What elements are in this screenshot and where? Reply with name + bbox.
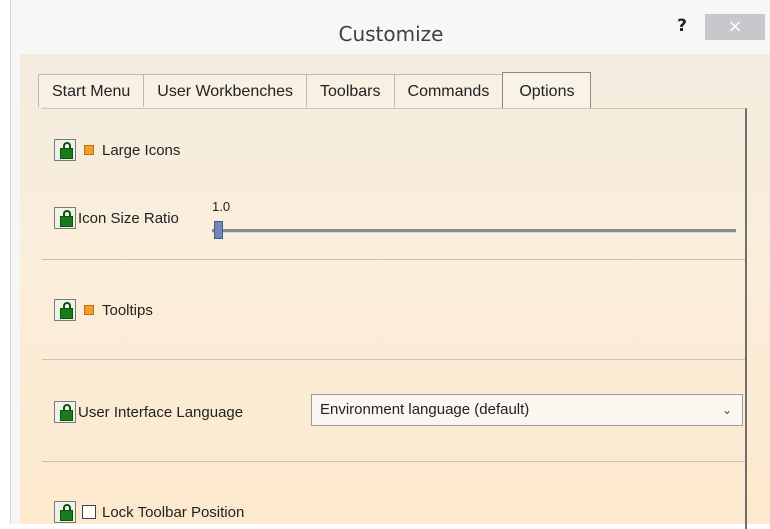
ui-language-selected-value: Environment language (default) xyxy=(320,401,530,418)
icon-size-ratio-value: 1.0 xyxy=(212,199,231,214)
large-icons-label: Large Icons xyxy=(102,141,181,159)
divider xyxy=(42,359,745,360)
large-icons-checkbox[interactable] xyxy=(84,145,94,155)
lock-icon[interactable] xyxy=(54,401,76,423)
tooltips-checkbox[interactable] xyxy=(84,305,94,315)
lock-icon[interactable] xyxy=(54,299,76,321)
dialog-client-area: Start Menu User Workbenches Toolbars Com… xyxy=(20,54,770,529)
lock-icon[interactable] xyxy=(54,501,76,523)
tab-toolbars[interactable]: Toolbars xyxy=(306,74,395,107)
options-panel: Large Icons Icon Size Ratio 1.0 Tooltips xyxy=(42,108,747,529)
icon-size-ratio-label: Icon Size Ratio xyxy=(78,209,179,227)
divider xyxy=(42,259,745,260)
lock-toolbar-checkbox[interactable] xyxy=(82,505,96,519)
close-button[interactable]: × xyxy=(705,14,765,40)
ui-language-select[interactable]: Environment language (default) ⌄ xyxy=(311,394,743,426)
tooltips-label: Tooltips xyxy=(102,301,153,319)
tooltips-row: Tooltips xyxy=(54,299,153,321)
large-icons-row: Large Icons xyxy=(54,139,180,161)
tab-options[interactable]: Options xyxy=(502,72,592,108)
icon-size-ratio-slider-thumb[interactable] xyxy=(214,221,223,239)
lock-toolbar-row: Lock Toolbar Position xyxy=(54,501,244,523)
tab-commands[interactable]: Commands xyxy=(393,74,504,107)
lock-icon[interactable] xyxy=(54,139,76,161)
ui-language-label: User Interface Language xyxy=(78,403,244,421)
lock-toolbar-label: Lock Toolbar Position xyxy=(102,503,245,521)
icon-size-ratio-slider-track[interactable] xyxy=(212,229,736,233)
tab-strip: Start Menu User Workbenches Toolbars Com… xyxy=(38,72,592,108)
tab-start-menu[interactable]: Start Menu xyxy=(38,74,145,107)
tab-user-workbenches[interactable]: User Workbenches xyxy=(143,74,308,107)
help-button[interactable]: ? xyxy=(671,14,693,38)
dialog-title: Customize xyxy=(338,22,444,46)
icon-size-ratio-row: Icon Size Ratio xyxy=(54,207,179,229)
ui-language-row: User Interface Language xyxy=(54,401,243,423)
chevron-down-icon[interactable]: ⌄ xyxy=(722,395,732,425)
lock-icon[interactable] xyxy=(54,207,76,229)
customize-dialog: Customize ? × Start Menu User Workbenche… xyxy=(10,0,770,529)
divider xyxy=(42,461,745,462)
